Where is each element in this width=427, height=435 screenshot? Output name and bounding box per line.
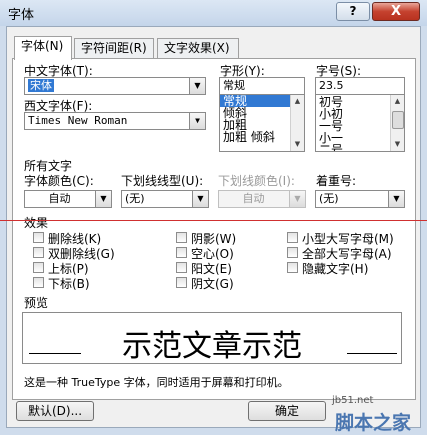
all-caps-checkbox[interactable] [287, 247, 298, 258]
tab-character-spacing[interactable]: 字符间距(R) [74, 38, 154, 58]
preview-section-label: 预览 [24, 296, 49, 310]
chinese-font-combo[interactable]: 宋体 ▼ [24, 77, 206, 95]
font-color-combo[interactable]: 自动 ▼ [24, 190, 112, 208]
underline-color-combo: 自动 ▼ [218, 190, 306, 208]
tab-font[interactable]: 字体(N) [14, 36, 72, 60]
tab-text-effects[interactable]: 文字效果(X) [157, 38, 239, 58]
emphasis-mark-label: 着重号: [316, 174, 357, 188]
chevron-down-icon[interactable]: ▼ [192, 191, 208, 207]
help-button[interactable]: ? [336, 2, 370, 21]
font-style-list[interactable]: 常规 倾斜 加粗 加粗 倾斜 ▲ ▼ [219, 94, 305, 152]
default-button[interactable]: 默认(D)... [16, 401, 94, 421]
superscript-checkbox[interactable] [33, 262, 44, 273]
emphasis-mark-value: (无) [319, 192, 339, 205]
subscript-checkbox[interactable] [33, 277, 44, 288]
watermark-name: 脚本之家 [335, 412, 412, 434]
chevron-down-icon[interactable]: ▼ [291, 138, 304, 151]
engrave-label: 阴文(G) [191, 277, 234, 291]
chevron-down-icon: ▼ [289, 191, 305, 207]
underline-style-label: 下划线线型(U): [121, 174, 204, 188]
scrollbar[interactable]: ▲ ▼ [290, 95, 304, 151]
font-style-value: 常规 [223, 79, 245, 92]
underline-color-label: 下划线颜色(I): [218, 174, 295, 188]
font-size-value: 23.5 [319, 79, 344, 92]
chevron-down-icon[interactable]: ▼ [391, 138, 404, 151]
western-font-combo[interactable]: Times New Roman ▼ [24, 112, 206, 130]
chevron-down-icon[interactable]: ▼ [189, 113, 205, 129]
chevron-down-icon[interactable]: ▼ [95, 191, 111, 207]
small-caps-checkbox[interactable] [287, 232, 298, 243]
preview-sample-text: 示范文章示范 [122, 329, 302, 364]
hidden-text-label: 隐藏文字(H) [302, 262, 369, 276]
title-bar: 字体 ? X [0, 0, 427, 26]
close-button[interactable]: X [372, 2, 420, 21]
chinese-font-value: 宋体 [28, 79, 54, 92]
font-size-input[interactable]: 23.5 [315, 77, 405, 95]
emboss-checkbox[interactable] [176, 262, 187, 273]
font-color-value: 自动 [48, 192, 71, 205]
emphasis-mark-combo[interactable]: (无) ▼ [315, 190, 405, 208]
double-strikethrough-checkbox[interactable] [33, 247, 44, 258]
preview-baseline-right [347, 353, 397, 354]
underline-style-value: (无) [125, 192, 145, 205]
scrollbar[interactable]: ▲ ▼ [390, 95, 404, 151]
effects-section-label: 效果 [24, 216, 49, 230]
outline-checkbox[interactable] [176, 247, 187, 258]
watermark-site: jb51.net [332, 395, 374, 406]
engrave-checkbox[interactable] [176, 277, 187, 288]
font-info-note: 这是一种 TrueType 字体，同时适用于屏幕和打印机。 [24, 376, 289, 389]
ok-button[interactable]: 确定 [248, 401, 326, 421]
preview-box: 示范文章示范 [22, 312, 402, 364]
strikethrough-checkbox[interactable] [33, 232, 44, 243]
window-title: 字体 [8, 8, 35, 23]
chevron-up-icon[interactable]: ▲ [291, 95, 304, 108]
chevron-up-icon[interactable]: ▲ [391, 95, 404, 108]
subscript-label: 下标(B) [48, 277, 90, 291]
underline-style-combo[interactable]: (无) ▼ [121, 190, 209, 208]
red-guide-line [0, 220, 427, 221]
chevron-down-icon[interactable]: ▼ [388, 191, 404, 207]
western-font-value: Times New Roman [28, 114, 128, 127]
hidden-text-checkbox[interactable] [287, 262, 298, 273]
font-style-input[interactable]: 常规 [219, 77, 305, 95]
shadow-checkbox[interactable] [176, 232, 187, 243]
font-color-label: 字体颜色(C): [24, 174, 94, 188]
chevron-down-icon[interactable]: ▼ [189, 78, 205, 94]
font-size-list[interactable]: 初号 小初 一号 小一 二号 ▲ ▼ [315, 94, 405, 152]
underline-color-value: 自动 [242, 192, 265, 205]
scrollbar-thumb[interactable] [392, 111, 404, 129]
